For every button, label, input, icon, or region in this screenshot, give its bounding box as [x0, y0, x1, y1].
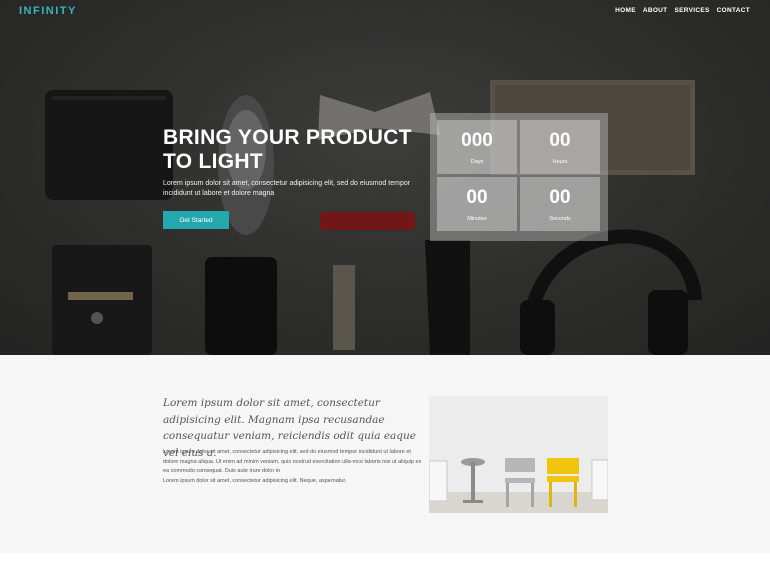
- site-logo[interactable]: INFINITY: [19, 5, 77, 17]
- chairs-image: [429, 396, 608, 513]
- countdown-timer: 000 Days 00 Hours 00 Minutes 00 Seconds: [430, 113, 608, 241]
- about-body: Lorem ipsum dolor sit amet, consectetur …: [163, 448, 425, 486]
- main-nav: HOME ABOUT SERVICES CONTACT: [615, 7, 750, 14]
- countdown-minutes: 00 Minutes: [437, 177, 517, 231]
- nav-about-link[interactable]: ABOUT: [643, 7, 668, 14]
- hero-overlay: [0, 0, 770, 355]
- seconds-value: 00: [549, 187, 571, 208]
- hero-headline: BRING YOUR PRODUCT TO LIGHT: [163, 126, 423, 174]
- hours-label: Hours: [552, 159, 568, 165]
- countdown-days: 000 Days: [437, 120, 517, 174]
- minutes-value: 00: [466, 187, 488, 208]
- chairs-photo: [429, 396, 608, 513]
- nav-home-link[interactable]: HOME: [615, 7, 636, 14]
- get-started-button[interactable]: Get Started: [163, 211, 229, 229]
- hero-section: [0, 0, 770, 355]
- hours-value: 00: [549, 130, 571, 151]
- nav-services-link[interactable]: SERVICES: [674, 7, 709, 14]
- nav-contact-link[interactable]: CONTACT: [717, 7, 750, 14]
- about-paragraph-1: Lorem ipsum dolor sit amet, consectetur …: [163, 449, 422, 474]
- countdown-hours: 00 Hours: [520, 120, 600, 174]
- seconds-label: Seconds: [549, 216, 571, 222]
- minutes-label: Minutes: [467, 216, 487, 222]
- days-value: 000: [461, 130, 493, 151]
- footer-area: [0, 553, 770, 578]
- hero-description: Lorem ipsum dolor sit amet, consectetur …: [163, 180, 411, 197]
- about-paragraph-2: Lorem ipsum dolor sit amet, consectetur …: [163, 477, 347, 484]
- hero-headline-line2: TO LIGHT: [163, 150, 264, 173]
- hero-headline-line1: BRING YOUR PRODUCT: [163, 126, 412, 149]
- countdown-seconds: 00 Seconds: [520, 177, 600, 231]
- days-label: Days: [470, 159, 484, 165]
